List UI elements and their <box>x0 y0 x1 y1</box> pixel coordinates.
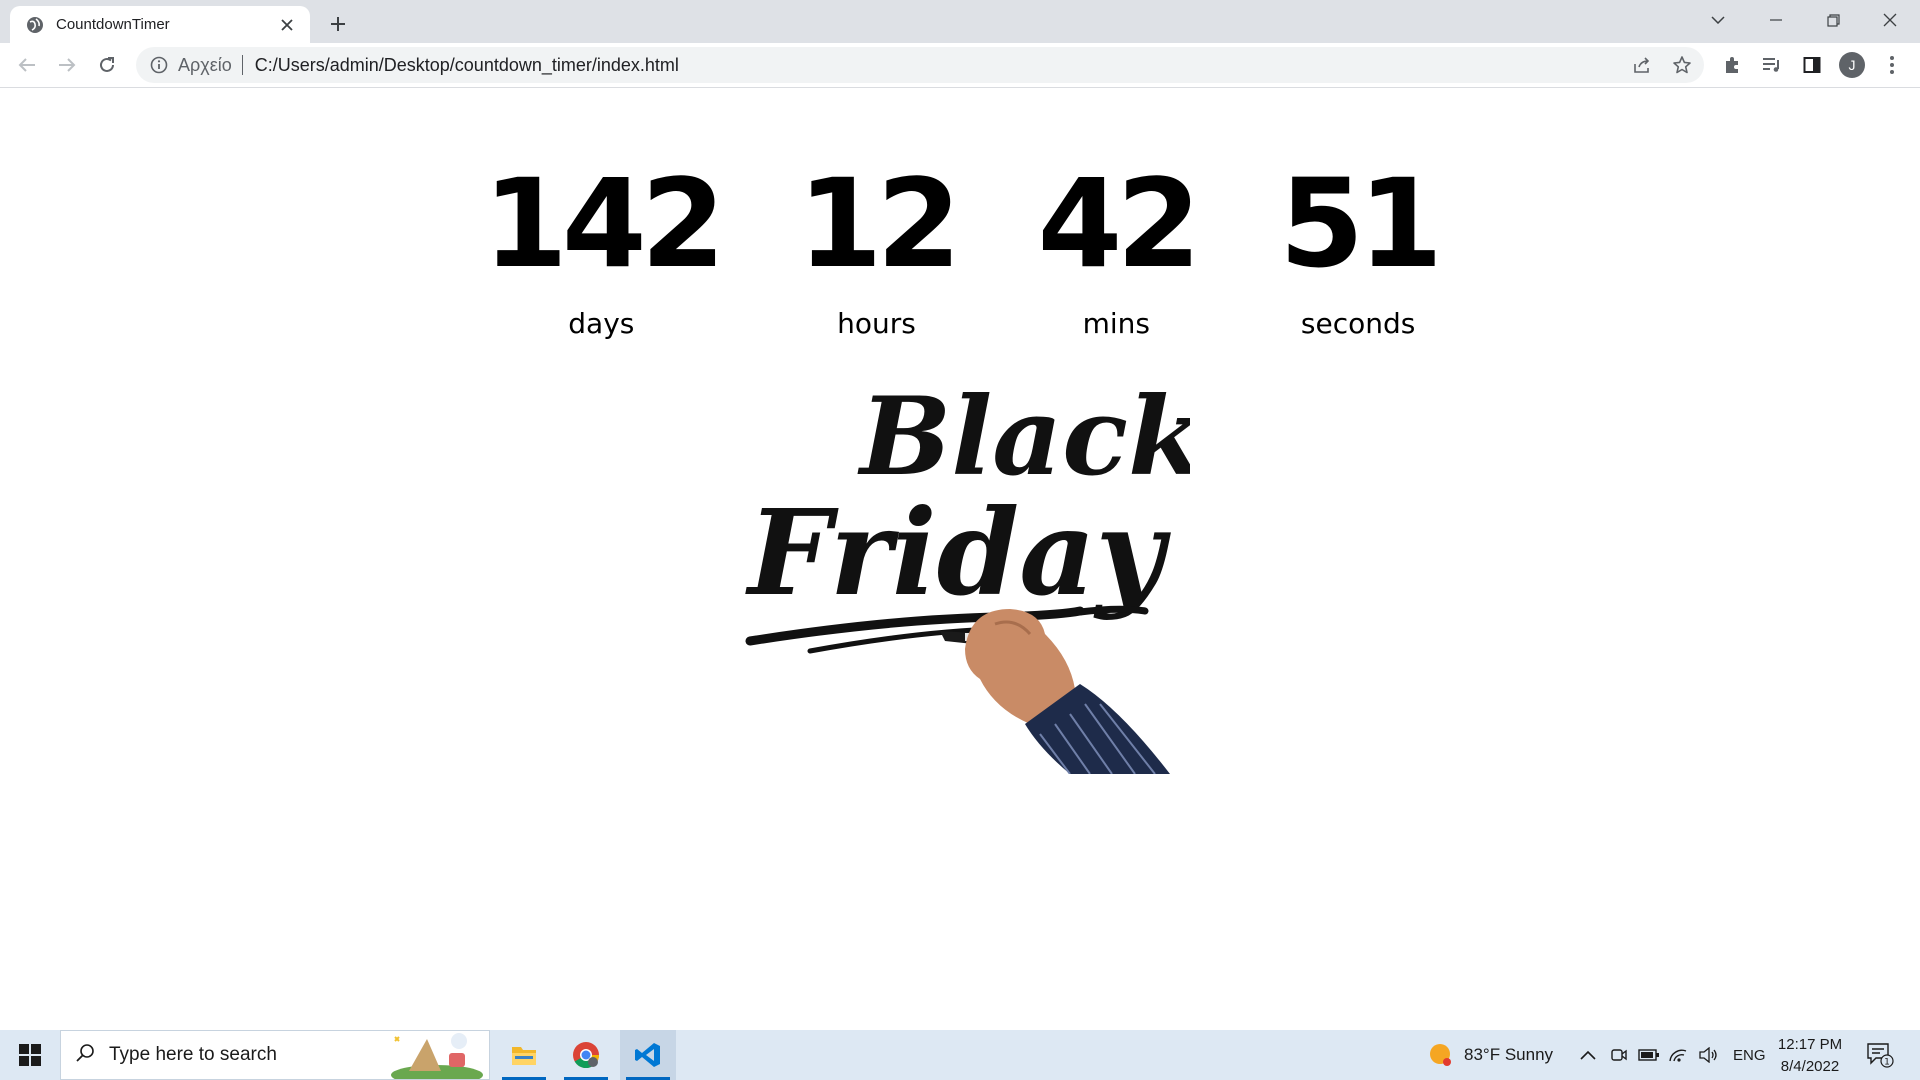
globe-icon <box>26 16 44 34</box>
weather-text: 83°F Sunny <box>1464 1045 1554 1064</box>
sun-icon <box>1430 1044 1451 1066</box>
clock-time: 12:17 PM <box>1777 1036 1843 1053</box>
wifi-icon[interactable] <box>1668 1030 1688 1080</box>
tab-title: CountdownTimer <box>56 16 170 33</box>
show-hidden-icons-chevron-icon[interactable] <box>1580 1030 1596 1080</box>
countdown-timer: 142 days 12 hours 42 mins 51 seconds <box>0 159 1920 340</box>
web-page: 142 days 12 hours 42 mins 51 seconds Bla… <box>0 89 1920 1030</box>
forward-button[interactable] <box>51 49 83 81</box>
close-tab-icon[interactable] <box>276 14 298 36</box>
seconds-value: 51 <box>1279 153 1443 295</box>
profile-avatar[interactable]: J <box>1836 49 1868 81</box>
artwork-line-black: Black <box>857 379 1190 500</box>
countdown-seconds: 51 seconds <box>1279 153 1443 340</box>
seconds-label: seconds <box>1300 307 1416 340</box>
countdown-days: 142 days <box>482 153 726 340</box>
folder-icon <box>512 1047 536 1065</box>
media-queue-icon[interactable] <box>1756 49 1788 81</box>
battery-icon[interactable] <box>1638 1030 1660 1080</box>
tab-countdowntimer[interactable]: CountdownTimer <box>10 6 310 43</box>
browser-toolbar: Αρχείο C:/Users/admin/Desktop/countdown_… <box>0 43 1920 88</box>
mins-label: mins <box>1082 307 1151 340</box>
extensions-puzzle-icon[interactable] <box>1716 49 1748 81</box>
countdown-mins: 42 mins <box>1037 153 1201 340</box>
new-tab-button[interactable] <box>324 10 352 38</box>
restore-button[interactable] <box>1805 0 1861 40</box>
volume-icon[interactable] <box>1698 1030 1718 1080</box>
search-icon <box>75 1043 95 1068</box>
countdown-hours: 12 hours <box>797 153 962 340</box>
start-button[interactable] <box>0 1030 60 1080</box>
meet-now-icon[interactable] <box>1610 1030 1628 1080</box>
search-placeholder: Type here to search <box>109 1044 277 1065</box>
clock-date: 8/4/2022 <box>1780 1058 1840 1075</box>
notification-center-icon[interactable]: 1 <box>1866 1030 1894 1080</box>
minimize-button[interactable] <box>1748 0 1804 40</box>
weather-widget[interactable]: 83°F Sunny <box>1428 1030 1553 1080</box>
hours-value: 12 <box>797 153 962 295</box>
close-window-button[interactable] <box>1862 0 1918 40</box>
profile-initial: J <box>1839 52 1865 78</box>
search-highlight-illustration-icon[interactable] <box>389 1031 489 1079</box>
tab-search-chevron-icon[interactable] <box>1690 0 1746 40</box>
reload-button[interactable] <box>91 49 123 81</box>
taskbar-clock[interactable]: 12:17 PM 8/4/2022 <box>1770 1034 1850 1078</box>
address-bar[interactable]: Αρχείο C:/Users/admin/Desktop/countdown_… <box>136 47 1704 83</box>
side-panel-icon[interactable] <box>1796 49 1828 81</box>
artwork-line-friday: Friday <box>745 483 1172 622</box>
taskbar-chrome[interactable] <box>558 1030 614 1080</box>
menu-kebab-icon[interactable] <box>1876 49 1908 81</box>
notification-count: 1 <box>1884 1058 1890 1068</box>
black-friday-hand-lettering-image: Black Friday <box>745 379 1190 774</box>
windows-logo-icon <box>19 1044 41 1066</box>
language-indicator[interactable]: ENG <box>1733 1030 1766 1080</box>
vscode-icon <box>635 1043 660 1067</box>
days-label: days <box>568 307 635 340</box>
taskbar-vscode[interactable] <box>620 1030 676 1080</box>
url-text[interactable]: C:/Users/admin/Desktop/countdown_timer/i… <box>255 55 679 76</box>
browser-tab-strip: CountdownTimer <box>0 0 1920 43</box>
address-divider <box>241 55 243 75</box>
days-value: 142 <box>482 153 726 295</box>
bookmark-star-icon[interactable] <box>1666 49 1698 81</box>
url-scheme-label: Αρχείο <box>178 54 232 75</box>
mins-value: 42 <box>1037 153 1201 295</box>
info-icon[interactable] <box>150 56 168 74</box>
taskbar-search-box[interactable]: Type here to search <box>60 1030 490 1080</box>
back-button[interactable] <box>11 49 43 81</box>
hours-label: hours <box>837 307 916 340</box>
taskbar-file-explorer[interactable] <box>496 1030 552 1080</box>
chrome-icon <box>573 1042 600 1069</box>
share-icon[interactable] <box>1626 49 1658 81</box>
windows-taskbar: Type here to search 83°F Sunny ENG 12:17… <box>0 1030 1920 1080</box>
